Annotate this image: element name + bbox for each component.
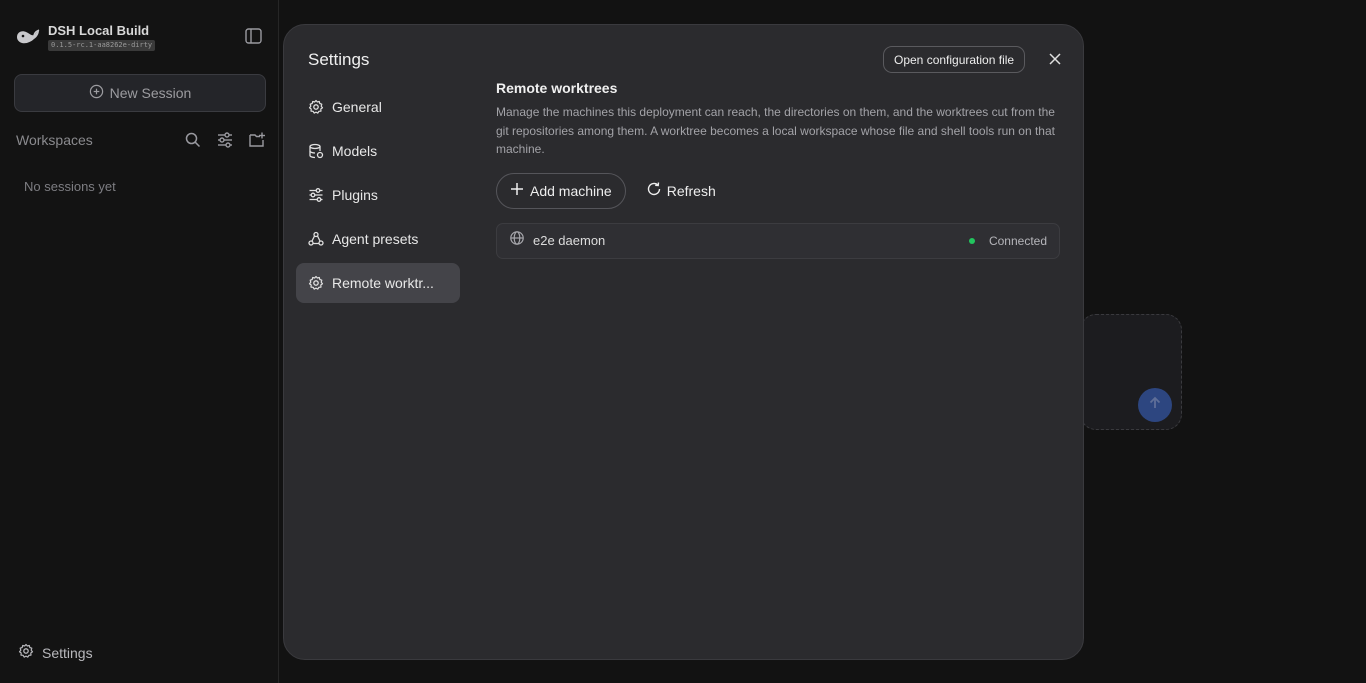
plus-icon bbox=[510, 182, 524, 199]
status-dot bbox=[968, 237, 975, 244]
nav-label: Models bbox=[332, 143, 378, 159]
nav-item-models[interactable]: Models bbox=[296, 131, 460, 171]
machine-status: Connected bbox=[988, 233, 1047, 248]
settings-dialog: Settings Open configuration file General bbox=[283, 24, 1084, 660]
section-title: Remote worktrees bbox=[496, 80, 618, 96]
add-machine-button[interactable]: Add machine bbox=[496, 172, 626, 209]
refresh-button[interactable]: Refresh bbox=[638, 173, 724, 209]
close-icon[interactable] bbox=[1045, 49, 1065, 69]
nav-item-agent-presets[interactable]: Agent presets bbox=[296, 219, 460, 259]
nav-label: General bbox=[332, 99, 382, 115]
nav-item-plugins[interactable]: Plugins bbox=[296, 175, 460, 215]
sliders-icon bbox=[308, 187, 324, 203]
settings-nav: General Models Plugins Agent presets Rem… bbox=[296, 87, 460, 307]
nav-item-general[interactable]: General bbox=[296, 87, 460, 127]
dialog-title: Settings bbox=[308, 50, 370, 69]
gear-icon bbox=[308, 275, 324, 291]
nav-label: Plugins bbox=[332, 187, 378, 203]
remote-worktrees-panel: Remote worktrees Manage the machines thi… bbox=[496, 80, 1060, 259]
machine-row[interactable]: e2e daemon Connected bbox=[496, 222, 1060, 259]
gear-icon bbox=[308, 99, 324, 115]
nav-label: Remote worktr... bbox=[332, 275, 434, 291]
nav-label: Agent presets bbox=[332, 231, 419, 247]
nav-item-remote-worktrees[interactable]: Remote worktr... bbox=[296, 263, 460, 303]
actions-bar: Add machine Refresh bbox=[496, 172, 1060, 209]
refresh-label: Refresh bbox=[666, 182, 716, 199]
machine-name: e2e daemon bbox=[533, 233, 606, 248]
section-description: Manage the machines this deployment can … bbox=[496, 105, 1055, 156]
add-machine-label: Add machine bbox=[530, 182, 612, 199]
agents-icon bbox=[308, 231, 324, 247]
database-icon bbox=[308, 143, 324, 159]
refresh-icon bbox=[646, 181, 662, 200]
open-configuration-file-button[interactable]: Open configuration file bbox=[883, 46, 1026, 73]
globe-icon bbox=[509, 230, 525, 251]
